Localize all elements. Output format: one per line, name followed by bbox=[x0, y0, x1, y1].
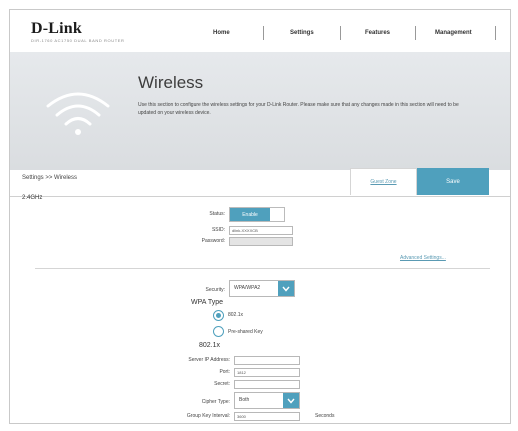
port-input[interactable]: 1812 bbox=[234, 368, 300, 377]
cipher-type-select[interactable]: Both bbox=[234, 392, 300, 409]
secret-label: Secret: bbox=[214, 381, 230, 387]
guest-zone-link[interactable]: Guest Zone bbox=[350, 168, 417, 195]
brand-logo[interactable]: D-Link bbox=[31, 20, 82, 38]
top-bar: D-Link DIR-1760 AC1750 DUAL BAND ROUTER … bbox=[10, 10, 510, 52]
server-ip-input[interactable] bbox=[234, 356, 300, 365]
server-ip-label: Server IP Address: bbox=[188, 357, 230, 363]
port-label: Port: bbox=[219, 369, 230, 375]
save-button[interactable]: Save bbox=[417, 168, 489, 195]
status-toggle-value: Enable bbox=[230, 208, 270, 221]
wpa-type-heading: WPA Type bbox=[191, 299, 224, 306]
chevron-down-icon bbox=[283, 393, 299, 408]
wpa-radio-psk[interactable] bbox=[213, 326, 224, 337]
chevron-down-icon bbox=[278, 281, 294, 296]
radius-heading: 802.1x bbox=[199, 342, 221, 349]
nav-management[interactable]: Management bbox=[435, 30, 472, 36]
section-divider bbox=[35, 268, 490, 269]
nav-settings[interactable]: Settings bbox=[290, 30, 314, 36]
nav-separator bbox=[340, 26, 341, 40]
section-toolbar: Settings >> Wireless Guest Zone Save bbox=[10, 168, 510, 197]
nav-separator bbox=[415, 26, 416, 40]
wpa-option-label: Pre-shared Key bbox=[228, 329, 263, 335]
band-heading: 2.4GHz bbox=[22, 195, 43, 201]
wpa-option-label: 802.1x bbox=[228, 312, 244, 318]
group-key-interval-input[interactable]: 3600 bbox=[234, 412, 300, 421]
wpa-radio-8021x[interactable] bbox=[213, 310, 224, 321]
nav-separator bbox=[263, 26, 264, 40]
security-label: Security: bbox=[205, 287, 225, 293]
page-description: Use this section to configure the wirele… bbox=[138, 102, 459, 116]
security-select-value: WPA/WPA2 bbox=[234, 285, 261, 291]
status-toggle[interactable]: Enable bbox=[229, 207, 285, 222]
page-title: Wireless bbox=[138, 73, 204, 92]
status-label: Status: bbox=[209, 211, 225, 217]
hero-banner: Wireless Use this section to configure t… bbox=[10, 52, 510, 170]
security-select[interactable]: WPA/WPA2 bbox=[229, 280, 295, 297]
wifi-icon bbox=[46, 92, 110, 135]
advanced-settings-link[interactable]: Advanced Settings... bbox=[400, 255, 446, 261]
ssid-input[interactable]: dlink-XXXXCB bbox=[229, 226, 293, 235]
cipher-type-value: Both bbox=[239, 397, 250, 403]
brand-tagline: DIR-1760 AC1750 DUAL BAND ROUTER bbox=[31, 38, 125, 43]
password-input[interactable] bbox=[229, 237, 293, 246]
nav-separator bbox=[495, 26, 496, 40]
nav-features[interactable]: Features bbox=[365, 30, 390, 36]
group-key-unit: Seconds bbox=[315, 413, 335, 419]
router-admin-page: D-Link DIR-1760 AC1750 DUAL BAND ROUTER … bbox=[9, 9, 511, 424]
breadcrumb: Settings >> Wireless bbox=[22, 175, 78, 181]
password-label: Password: bbox=[201, 238, 225, 244]
group-key-interval-label: Group Key Interval: bbox=[186, 413, 230, 419]
nav-home[interactable]: Home bbox=[213, 30, 230, 36]
secret-input[interactable] bbox=[234, 380, 300, 389]
cipher-type-label: Cipher Type: bbox=[201, 399, 230, 405]
ssid-label: SSID: bbox=[211, 227, 225, 233]
